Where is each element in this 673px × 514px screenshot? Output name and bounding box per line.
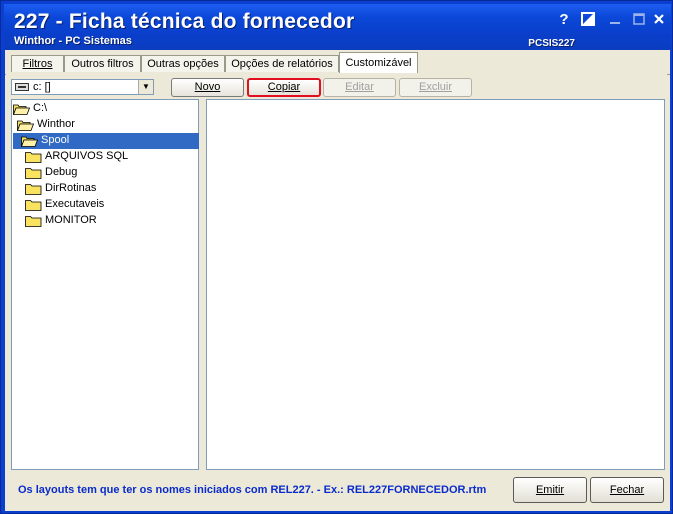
folder-icon	[25, 216, 42, 227]
minimize-icon	[610, 22, 620, 24]
open-folder-icon	[21, 136, 38, 147]
minimize-button[interactable]	[605, 10, 625, 30]
excluir-button[interactable]: Excluir	[399, 78, 472, 97]
context-icon	[581, 12, 595, 26]
footer-bar: Os layouts tem que ter os nomes iniciado…	[6, 474, 667, 508]
folder-icon	[25, 200, 42, 211]
help-icon: ?	[559, 11, 569, 28]
tree-node-winthor[interactable]: Winthor	[17, 117, 197, 133]
tab-customizavel[interactable]: Customizável	[339, 52, 418, 73]
fechar-button[interactable]: Fechar	[590, 477, 664, 503]
drive-value: c: []	[33, 81, 51, 93]
client-area: Filtros Outros filtros Outras opções Opç…	[5, 50, 670, 511]
maximize-button[interactable]	[629, 10, 649, 30]
customizavel-panel: c: [] ▼ Novo Copiar Editar Excluir C:\ W…	[6, 73, 667, 472]
novo-button[interactable]: Novo	[171, 78, 244, 97]
emitir-button[interactable]: Emitir	[513, 477, 587, 503]
tree-node-spool[interactable]: Spool	[13, 133, 199, 149]
window-title: 227 - Ficha técnica do fornecedor	[14, 10, 355, 33]
tab-outros-filtros[interactable]: Outros filtros	[64, 55, 141, 72]
tree-node-debug[interactable]: Debug	[25, 165, 197, 181]
folder-icon	[25, 152, 42, 163]
maximize-icon	[633, 13, 645, 25]
program-code: PCSIS227	[528, 38, 575, 49]
application-window: 227 - Ficha técnica do fornecedor Wintho…	[0, 0, 673, 514]
context-button[interactable]	[578, 10, 598, 30]
copiar-button[interactable]: Copiar	[247, 78, 321, 97]
tab-filtros[interactable]: Filtros	[11, 55, 64, 72]
tree-node-c-drive[interactable]: C:\	[13, 101, 197, 117]
tab-outras-opcoes[interactable]: Outras opções	[141, 55, 225, 72]
layout-name-hint: Os layouts tem que ter os nomes iniciado…	[18, 484, 487, 496]
tree-node-arquivos-sql[interactable]: ARQUIVOS SQL	[25, 149, 197, 165]
tree-node-executaveis[interactable]: Executaveis	[25, 197, 197, 213]
folder-icon	[25, 184, 42, 195]
drive-icon	[15, 83, 29, 91]
title-bar[interactable]: 227 - Ficha técnica do fornecedor Wintho…	[4, 4, 671, 50]
help-button[interactable]: ?	[554, 10, 574, 30]
tab-strip: Filtros Outros filtros Outras opções Opç…	[5, 52, 670, 75]
folder-icon	[25, 168, 42, 179]
close-button[interactable]	[649, 10, 669, 30]
chevron-down-icon[interactable]: ▼	[138, 80, 153, 94]
tree-node-dirrotinas[interactable]: DirRotinas	[25, 181, 197, 197]
window-subtitle: Winthor - PC Sistemas	[14, 35, 132, 47]
layout-file-list[interactable]	[206, 99, 665, 470]
open-folder-icon	[13, 104, 30, 115]
close-icon	[654, 14, 664, 24]
open-folder-icon	[17, 120, 34, 131]
editar-button[interactable]: Editar	[323, 78, 396, 97]
folder-tree[interactable]: C:\ Winthor Spool ARQUIVOS SQL Debug Dir…	[11, 99, 199, 470]
tree-node-monitor[interactable]: MONITOR	[25, 213, 197, 229]
tab-opcoes-de-relatorios[interactable]: Opções de relatórios	[225, 55, 339, 72]
drive-combobox[interactable]: c: [] ▼	[11, 79, 154, 95]
